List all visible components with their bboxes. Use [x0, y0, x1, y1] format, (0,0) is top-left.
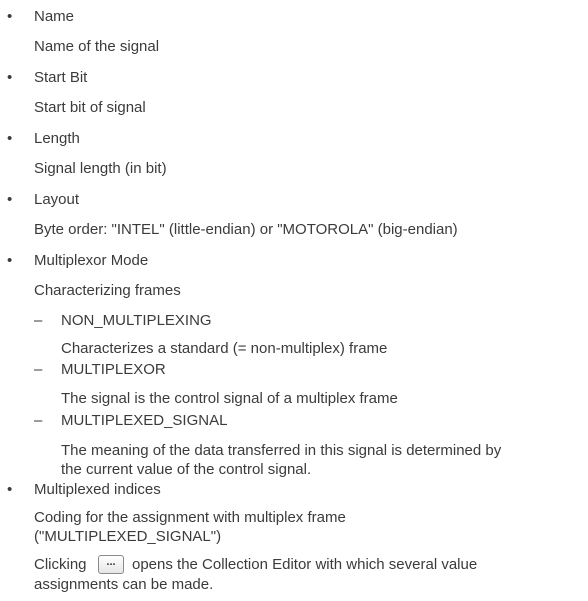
bullet-icon: •: [7, 69, 13, 86]
bullet-icon: •: [7, 130, 13, 147]
item-mode-term: Multiplexor Mode: [34, 252, 149, 269]
click-suffix-text: opens the Collection Editor with which s…: [132, 556, 478, 573]
click-line2-text: assignments can be made.: [34, 576, 214, 593]
item-length-term: Length: [34, 130, 80, 147]
item-layout-term: Layout: [34, 191, 80, 208]
item-indices-term: Multiplexed indices: [34, 481, 161, 498]
item-indices-desc-1: Coding for the assignment with multiplex…: [34, 509, 346, 526]
item-indices-desc-2: ("MULTIPLEXED_SIGNAL"): [34, 528, 222, 545]
item-layout-desc: Byte order: "INTEL" (little-endian) or "…: [34, 221, 458, 238]
click-prefix-text: Clicking: [34, 556, 87, 573]
mode-mux-term: MULTIPLEXOR: [61, 361, 166, 378]
dash-icon: –: [34, 312, 43, 329]
item-name-term: Name: [34, 8, 75, 25]
item-length-desc: Signal length (in bit): [34, 160, 167, 177]
bullet-icon: •: [7, 8, 13, 25]
bullet-icon: •: [7, 252, 13, 269]
item-startbit-desc: Start bit of signal: [34, 99, 146, 116]
item-mode-desc: Characterizing frames: [34, 282, 181, 299]
mode-nonmux-term: NON_MULTIPLEXING: [61, 312, 212, 329]
item-name-desc: Name of the signal: [34, 38, 160, 55]
mode-muxsig-desc-2: the current value of the control signal.: [61, 461, 312, 478]
mode-muxsig-desc-1: The meaning of the data transferred in t…: [61, 442, 502, 459]
item-startbit-term: Start Bit: [34, 69, 88, 86]
dash-icon: –: [34, 412, 43, 429]
mode-muxsig-term: MULTIPLEXED_SIGNAL: [61, 412, 228, 429]
dash-icon: –: [34, 361, 43, 378]
bullet-icon: •: [7, 191, 13, 208]
bullet-icon: •: [7, 481, 13, 498]
ellipsis-button-icon: ...: [98, 555, 124, 574]
mode-mux-desc: The signal is the control signal of a mu…: [61, 390, 398, 407]
mode-nonmux-desc: Characterizes a standard (= non-multiple…: [61, 340, 388, 357]
